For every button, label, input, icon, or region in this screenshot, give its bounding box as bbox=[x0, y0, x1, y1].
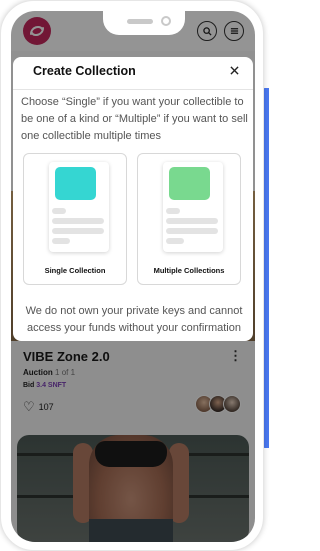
camera bbox=[161, 16, 171, 26]
modal-title: Create Collection bbox=[33, 64, 136, 78]
multiple-collections-option[interactable]: Multiple Collections bbox=[137, 153, 241, 285]
collection-thumbnail bbox=[169, 167, 210, 200]
phone-screen: VIBE Zone 2.0 ⋮ Auction 1 of 1 Bid 3.4 S… bbox=[11, 11, 255, 542]
placeholder-line bbox=[52, 228, 104, 234]
document-icon bbox=[49, 162, 109, 252]
close-icon[interactable] bbox=[225, 61, 243, 79]
single-collection-option[interactable]: Single Collection bbox=[23, 153, 127, 285]
stage: VIBE Zone 2.0 ⋮ Auction 1 of 1 Bid 3.4 S… bbox=[0, 0, 269, 551]
placeholder-line bbox=[166, 228, 218, 234]
placeholder-line bbox=[52, 238, 70, 244]
speaker bbox=[127, 19, 153, 24]
modal-description: Choose “Single” if you want your collect… bbox=[21, 96, 248, 142]
collection-thumbnail bbox=[55, 167, 96, 200]
single-collection-label: Single Collection bbox=[44, 266, 106, 275]
phone-notch bbox=[103, 11, 185, 35]
placeholder-line bbox=[166, 208, 180, 214]
phone-frame: VIBE Zone 2.0 ⋮ Auction 1 of 1 Bid 3.4 S… bbox=[0, 0, 264, 551]
placeholder-line bbox=[166, 238, 184, 244]
modal-footer-note: We do not own your private keys and cann… bbox=[25, 305, 243, 334]
placeholder-line bbox=[166, 218, 218, 224]
multiple-collections-label: Multiple Collections bbox=[153, 266, 225, 275]
document-icon bbox=[163, 162, 223, 252]
placeholder-line bbox=[52, 218, 104, 224]
modal-divider bbox=[13, 89, 253, 90]
placeholder-line bbox=[52, 208, 66, 214]
create-collection-modal: Create Collection Choose “Single” if you… bbox=[13, 57, 253, 341]
